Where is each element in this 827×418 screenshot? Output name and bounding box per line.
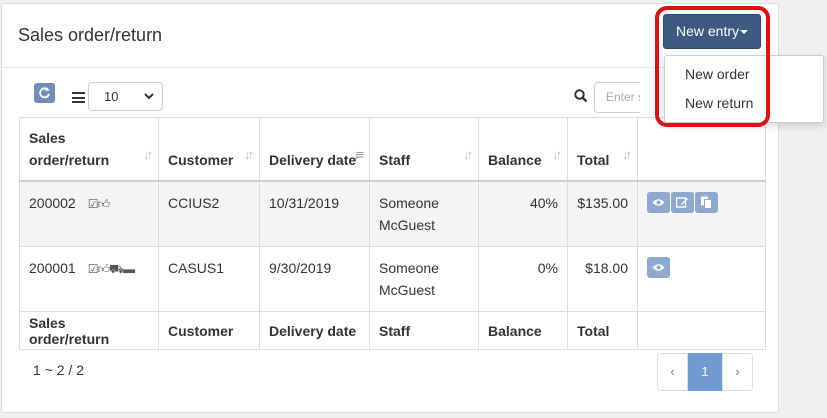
view-button[interactable]	[647, 192, 670, 213]
page-1-button[interactable]: 1	[688, 353, 722, 391]
customer-cell: CASUS1	[158, 246, 260, 312]
edit-button[interactable]	[671, 192, 694, 213]
pagination: ‹ 1 ›	[657, 353, 753, 391]
panel-header: Sales order/return	[2, 4, 778, 68]
table-row[interactable]: 200002 ☑👍︎ CCIUS2 10/31/2019 Someone McGu…	[19, 180, 766, 247]
copy-icon	[701, 196, 712, 209]
pagination-info: 1 ~ 2 / 2	[33, 362, 84, 378]
customer-cell: CCIUS2	[158, 180, 260, 247]
list-icon	[72, 92, 85, 103]
order-id-cell: 200001 ☑👍︎⛟▬	[19, 246, 159, 312]
page-size-value: 10	[104, 89, 119, 104]
sales-table: Sales order/return ↓↑ Customer ↓↑ Delivery…	[19, 117, 766, 350]
page-size-select[interactable]: 10	[88, 82, 163, 111]
actions-cell	[637, 246, 766, 312]
balance-cell: 0%	[478, 246, 568, 312]
status-icons: ☑👍︎	[88, 197, 110, 211]
sort-icon: ↓↑	[552, 147, 562, 162]
order-id-cell: 200002 ☑👍︎	[19, 180, 159, 247]
footer-delivery-date: Delivery date	[259, 311, 370, 350]
column-header-actions	[637, 117, 766, 182]
truck-icon: ⛟	[109, 262, 124, 276]
total-cell: $135.00	[567, 180, 638, 247]
sort-desc-icon: ↓≡	[352, 147, 364, 162]
delivery-date-cell: 10/31/2019	[259, 180, 370, 247]
caret-down-icon	[740, 30, 749, 35]
actions-cell	[637, 180, 766, 247]
sort-icon: ↓↑	[463, 147, 473, 162]
next-page-button[interactable]: ›	[722, 353, 753, 391]
thumbs-up-icon: 👍︎	[97, 262, 110, 276]
footer-balance: Balance	[478, 311, 568, 350]
sort-icon: ↓↑	[622, 147, 632, 162]
view-icon	[652, 264, 665, 271]
footer-sales-order: Sales order/return	[19, 311, 159, 350]
search-icon	[574, 89, 588, 103]
column-header-staff[interactable]: Staff ↓↑	[369, 117, 479, 182]
thumbs-up-icon: 👍︎	[97, 197, 110, 211]
staff-cell: Someone McGuest	[369, 246, 479, 312]
refresh-icon	[39, 87, 50, 99]
view-icon	[652, 199, 665, 206]
column-header-customer[interactable]: Customer ↓↑	[158, 117, 260, 182]
new-entry-dropdown: New order New return	[664, 55, 824, 123]
footer-staff: Staff	[369, 311, 479, 350]
footer-customer: Customer	[158, 311, 260, 350]
invoice-icon: ▬	[123, 262, 135, 276]
chevron-down-icon	[144, 93, 154, 100]
new-entry-button[interactable]: New entry	[663, 14, 761, 49]
footer-total: Total	[567, 311, 638, 350]
edit-icon	[676, 197, 688, 208]
search-input[interactable]: Enter search	[594, 82, 640, 113]
column-header-sales-order[interactable]: Sales order/return ↓↑	[19, 117, 159, 182]
search-placeholder: Enter search	[606, 90, 640, 104]
sort-icon: ↓↑	[244, 147, 254, 162]
total-cell: $18.00	[567, 246, 638, 312]
staff-cell: Someone McGuest	[369, 180, 479, 247]
footer-actions	[637, 311, 766, 350]
new-order-item[interactable]: New order	[685, 66, 750, 82]
view-button[interactable]	[647, 257, 670, 278]
column-header-delivery-date[interactable]: Delivery date ↓≡	[259, 117, 370, 182]
column-header-total[interactable]: Total ↓↑	[567, 117, 638, 182]
copy-button[interactable]	[695, 192, 718, 213]
delivery-date-cell: 9/30/2019	[259, 246, 370, 312]
status-icons: ☑👍︎⛟▬	[88, 262, 135, 276]
sort-icon: ↓↑	[143, 147, 153, 162]
refresh-button[interactable]	[34, 83, 55, 103]
balance-cell: 40%	[478, 180, 568, 247]
table-row[interactable]: 200001 ☑👍︎⛟▬ CASUS1 9/30/2019 Someone McG…	[19, 246, 766, 312]
prev-page-button[interactable]: ‹	[657, 353, 688, 391]
new-return-item[interactable]: New return	[685, 95, 753, 111]
sales-panel: Sales order/return 10 Enter search Sales…	[1, 3, 779, 413]
column-header-balance[interactable]: Balance ↓↑	[478, 117, 568, 182]
page-title: Sales order/return	[18, 25, 163, 45]
